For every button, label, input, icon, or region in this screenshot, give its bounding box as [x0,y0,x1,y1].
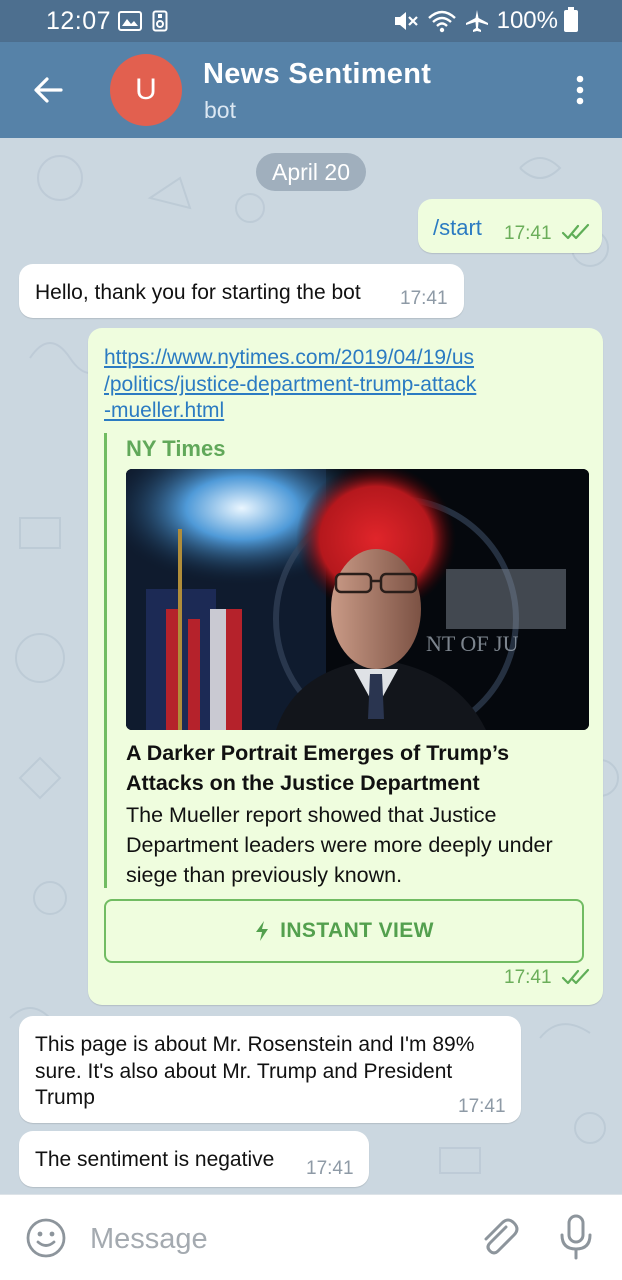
instant-view-button[interactable]: INSTANT VIEW [104,899,584,963]
message-text: This page is about Mr. Rosenstein and I'… [35,1033,475,1109]
wifi-icon [427,9,457,33]
message-input[interactable] [90,1219,450,1259]
message-time: 17:41 [504,223,552,244]
microphone-icon [560,1214,592,1260]
message-time: 17:41 [306,1158,354,1179]
attach-button[interactable] [476,1215,520,1259]
message-text: The sentiment is negative [35,1148,275,1171]
message-outgoing-link[interactable]: https://www.nytimes.com/2019/04/19/us /p… [88,328,603,1005]
message-time: 17:41 [458,1096,506,1117]
double-check-icon [561,223,590,240]
message-outgoing[interactable]: /start 17:41 [418,199,602,253]
link-line[interactable]: -mueller.html [104,399,224,422]
link-line[interactable]: https://www.nytimes.com/2019/04/19/us [104,346,474,369]
svg-text:NT OF JU: NT OF JU [426,631,519,656]
message-time: 17:41 [504,967,552,988]
battery-icon [564,7,578,32]
command-text[interactable]: /start [433,215,482,241]
status-time: 12:07 [46,7,112,35]
voice-record-button[interactable] [556,1213,596,1261]
message-incoming[interactable]: Hello, thank you for starting the bot 17… [19,264,464,318]
message-incoming[interactable]: The sentiment is negative 17:41 [19,1131,369,1187]
portrait-photo: NT OF JU [126,469,589,730]
preview-title: A Darker Portrait Emerges of Trump’s Att… [126,741,510,795]
double-check-icon [561,968,590,985]
article-link[interactable]: https://www.nytimes.com/2019/04/19/us /p… [104,345,534,425]
instant-view-label: INSTANT VIEW [280,919,434,942]
more-vertical-icon [576,75,584,105]
chat-history[interactable]: April 20 /start 17:41 Hello, thank you f… [0,138,622,1194]
emoji-button[interactable] [25,1217,67,1259]
gallery-icon [118,10,142,37]
message-time: 17:41 [400,288,448,309]
link-line[interactable]: /politics/justice-department-trump-attac… [104,373,476,396]
back-button[interactable] [28,70,68,110]
status-bar: 12:07 100% [0,0,622,42]
chat-header: U News Sentiment bot [0,42,622,138]
airplane-icon [465,9,489,33]
battery-label: 100% [496,7,558,34]
link-preview[interactable]: NY Times NT OF JU A Darker Portrait Emer… [104,433,589,888]
sim-icon [152,10,168,37]
chat-title[interactable]: News Sentiment [203,58,431,91]
chat-subtitle: bot [204,97,236,123]
message-text: Hello, thank you for starting the bot [35,281,361,304]
more-menu-button[interactable] [560,68,600,112]
back-arrow-icon [34,77,63,103]
emoji-icon [26,1218,66,1258]
message-composer [0,1194,622,1280]
preview-site-name: NY Times [126,436,226,461]
preview-description: The Mueller report showed that Justice D… [126,803,553,887]
lightning-icon [256,921,269,941]
message-incoming[interactable]: This page is about Mr. Rosenstein and I'… [19,1016,521,1123]
mute-icon [393,9,419,33]
preview-image[interactable]: NT OF JU [126,469,589,730]
paperclip-icon [484,1218,519,1255]
avatar[interactable]: U [110,54,182,126]
date-separator: April 20 [256,153,366,191]
